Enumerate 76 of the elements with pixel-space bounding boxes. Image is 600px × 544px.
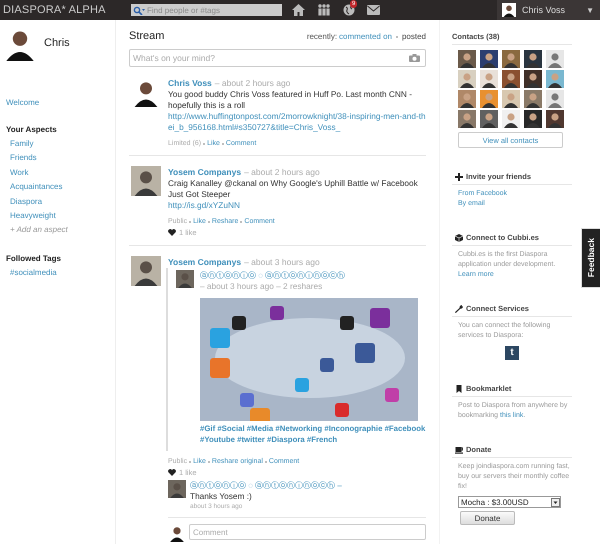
- avatar: [458, 50, 476, 68]
- sort-option[interactable]: commented on: [339, 32, 392, 41]
- author-name[interactable]: ⓐⓝⓣⓞⓝⓘⓞ ◌ ⓐⓝⓣⓞⓝⓘⓝⓞⓒⓗ: [200, 271, 346, 280]
- aspect-link[interactable]: Acquaintances: [10, 180, 62, 194]
- search-field[interactable]: Find people or #tags: [131, 4, 282, 16]
- comment-text: Thanks Yosem :): [190, 491, 253, 502]
- stream-title: Stream: [129, 30, 164, 42]
- post-time: – about 3 hours ago – 2 reshares: [200, 281, 324, 292]
- avatar: [546, 110, 564, 128]
- globe-icon: [343, 4, 355, 16]
- camera-icon: [409, 54, 420, 62]
- caret-icon: ▼: [586, 6, 594, 14]
- logo[interactable]: DIASPORA* ALPHA: [0, 4, 131, 16]
- wrench-icon: [455, 304, 463, 312]
- avatar: [480, 50, 498, 68]
- post-time: – about 2 hours ago: [244, 167, 320, 177]
- heart-icon: [168, 229, 176, 236]
- avatar: [176, 270, 194, 288]
- home-icon: [292, 4, 305, 16]
- tag-link[interactable]: #socialmedia: [10, 266, 57, 280]
- aspect-link[interactable]: Heavyweight: [10, 209, 56, 224]
- post-input[interactable]: What's on your mind?: [129, 49, 426, 67]
- mail-icon: [367, 5, 380, 15]
- post-time: – about 2 hours ago: [214, 78, 290, 88]
- avatar: [480, 90, 498, 108]
- avatar: [480, 110, 498, 128]
- aspect-link[interactable]: Friends: [10, 151, 37, 166]
- profile-name: Chris: [44, 37, 70, 49]
- author-name[interactable]: Yosem Companys: [168, 257, 242, 267]
- cube-icon: [455, 234, 463, 242]
- amount-dropdown[interactable]: Mocha : $3.00USD: [458, 496, 561, 508]
- avatar: [502, 90, 520, 108]
- user-menu[interactable]: Chris Voss ▼: [497, 0, 600, 20]
- tumblr-icon[interactable]: t: [505, 346, 519, 360]
- add-aspect-link[interactable]: + Add an aspect: [10, 224, 68, 236]
- section-heading: Followed Tags: [6, 252, 61, 265]
- avatar: [546, 70, 564, 88]
- avatar: [524, 110, 542, 128]
- comment-field[interactable]: Comment: [189, 524, 426, 540]
- avatar: [131, 256, 161, 286]
- sidebar-link[interactable]: Welcome: [6, 96, 40, 110]
- post-text: Craig Kanalley @ckanal on Why Google's Uphill Battle w/ Facebook Just Got Steeper http://is.gd/xYZuNN: [168, 178, 426, 211]
- section-heading: Your Aspects: [6, 124, 57, 136]
- default-avatar: [546, 90, 564, 108]
- avatar: [458, 90, 476, 108]
- post-link[interactable]: http://www.huffingtonpost.com/2morrowknight/38-inspiring-men-and-thei_b_956168.html#s350727&title=Chris_Voss_: [168, 111, 426, 133]
- author-name[interactable]: ⓐⓝⓣⓞⓝⓘⓞ ◌ ⓐⓝⓣⓞⓝⓘⓝⓞⓒⓗ –: [190, 481, 342, 490]
- cup-icon: [455, 446, 463, 454]
- avatar: [458, 70, 476, 88]
- post-time: – about 3 hours ago: [244, 257, 320, 267]
- post-text: You good buddy Chris Voss featured in Huff Po. Last month CNN - hopefully this is a roll http://www.huffingtonpost.com/2morrowknight/38-inspiring-men-and-thei_b_956168.html#s350727&title=Chris_Voss_: [168, 89, 426, 133]
- sort-option[interactable]: posted: [402, 32, 426, 41]
- avatar: [458, 110, 476, 128]
- avatar: [524, 70, 542, 88]
- plus-icon: [455, 172, 463, 180]
- aspect-link[interactable]: Diaspora: [10, 194, 42, 209]
- aspect-link[interactable]: Family: [10, 136, 34, 151]
- people-icon: [317, 4, 331, 16]
- post-link[interactable]: http://is.gd/xYZuNN: [168, 200, 426, 211]
- sort-label: recently:: [306, 32, 338, 41]
- donate-button[interactable]: Donate: [460, 511, 515, 525]
- author-name[interactable]: Yosem Companys: [168, 167, 242, 177]
- avatar: [131, 166, 161, 196]
- aspect-link[interactable]: Work: [10, 166, 29, 180]
- avatar: [480, 70, 498, 88]
- bookmark-icon: [455, 384, 463, 392]
- heart-icon: [168, 469, 176, 476]
- avatar: [524, 50, 542, 68]
- avatar: [502, 3, 516, 17]
- default-avatar: [546, 50, 564, 68]
- avatar: [524, 90, 542, 108]
- avatar: [502, 70, 520, 88]
- avatar: [502, 110, 520, 128]
- avatar: [502, 50, 520, 68]
- author-name[interactable]: Chris Voss: [168, 78, 212, 88]
- avatar: [168, 480, 186, 498]
